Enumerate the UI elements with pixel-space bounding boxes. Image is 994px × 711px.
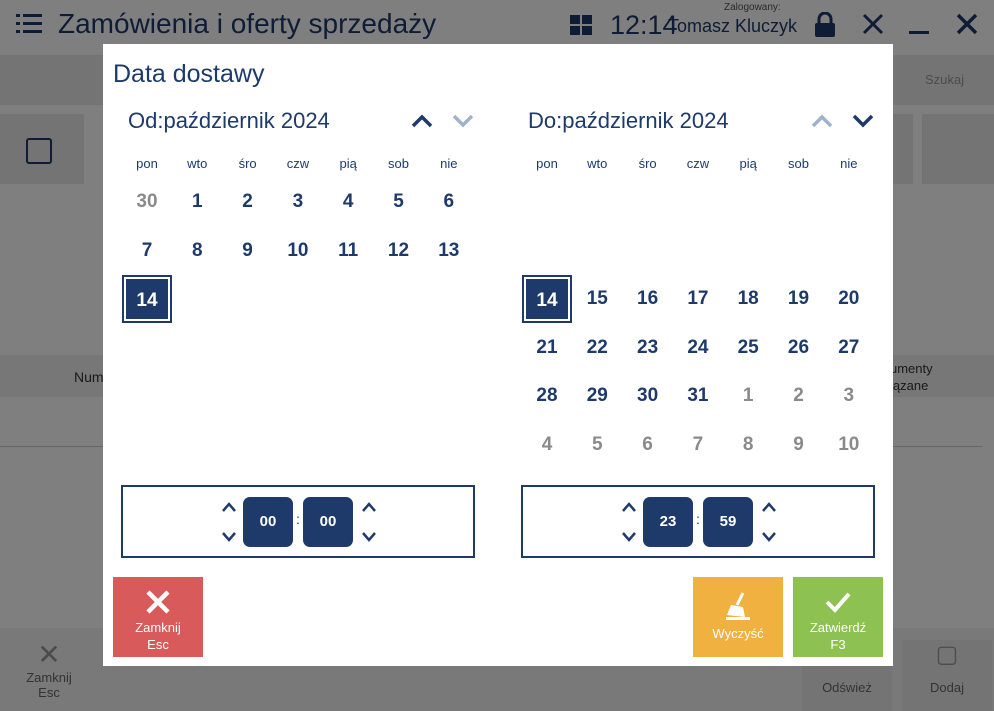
- from-calendar-day[interactable]: 12: [376, 229, 422, 273]
- from-weekday-1: wto: [187, 156, 208, 171]
- to-calendar-day[interactable]: 24: [675, 326, 721, 370]
- from-calendar-day[interactable]: 5: [376, 180, 422, 224]
- to-calendar-day[interactable]: 27: [826, 326, 872, 370]
- from-hour-value[interactable]: 00: [243, 497, 293, 547]
- close-button-label: Zamknij: [135, 620, 181, 635]
- from-calendar-day[interactable]: 6: [426, 180, 472, 224]
- from-minute-up-chevron-icon[interactable]: [361, 501, 377, 513]
- from-calendar-day[interactable]: 10: [275, 229, 321, 273]
- to-month-header: Do:październik 2024: [528, 108, 729, 133]
- to-time-separator: :: [696, 511, 700, 527]
- from-calendar-day[interactable]: 7: [124, 229, 170, 273]
- clear-button-label: Wyczyść: [712, 626, 764, 641]
- from-calendar-day[interactable]: 13: [426, 229, 472, 273]
- from-hour-down-chevron-icon[interactable]: [221, 531, 237, 543]
- to-weekday-6: nie: [840, 156, 858, 171]
- from-time-picker: 00 : 00: [121, 485, 475, 558]
- from-minute-value[interactable]: 00: [303, 497, 353, 547]
- to-next-month-chevron-down-icon[interactable]: [850, 108, 876, 134]
- close-button[interactable]: Zamknij Esc: [113, 577, 203, 657]
- from-minute-down-chevron-icon[interactable]: [361, 531, 377, 543]
- to-weekday-0: pon: [536, 156, 558, 171]
- from-calendar-day[interactable]: 1: [174, 180, 220, 224]
- from-prev-month-chevron-up-icon[interactable]: [409, 108, 435, 134]
- from-calendar-day[interactable]: 9: [225, 229, 271, 273]
- to-calendar-day[interactable]: 17: [675, 277, 721, 321]
- to-calendar-day[interactable]: 5: [574, 423, 620, 467]
- to-hour-down-chevron-icon[interactable]: [621, 531, 637, 543]
- close-button-shortcut: Esc: [147, 637, 169, 652]
- to-hour-value[interactable]: 23: [643, 497, 693, 547]
- to-calendar-day[interactable]: 8: [725, 423, 771, 467]
- to-time-picker: 23 : 59: [521, 485, 875, 558]
- to-calendar-day[interactable]: 29: [574, 374, 620, 418]
- to-calendar-day[interactable]: 31: [675, 374, 721, 418]
- to-hour-up-chevron-icon[interactable]: [621, 501, 637, 513]
- to-minute-up-chevron-icon[interactable]: [761, 501, 777, 513]
- to-calendar-day[interactable]: 26: [776, 326, 822, 370]
- close-icon: [113, 585, 203, 619]
- to-calendar-day[interactable]: 21: [524, 326, 570, 370]
- to-prev-month-chevron-up-icon[interactable]: [809, 108, 835, 134]
- from-weekday-0: pon: [136, 156, 158, 171]
- from-weekday-2: śro: [238, 156, 257, 171]
- to-calendar-day[interactable]: 16: [625, 277, 671, 321]
- from-weekday-6: nie: [440, 156, 458, 171]
- from-next-month-chevron-down-icon[interactable]: [450, 108, 476, 134]
- to-calendar-day[interactable]: 22: [574, 326, 620, 370]
- to-weekday-3: czw: [686, 156, 710, 171]
- confirm-button-label: Zatwierdź: [809, 620, 867, 635]
- dialog-title: Data dostawy: [113, 60, 265, 88]
- from-calendar-day[interactable]: 11: [325, 229, 371, 273]
- from-weekday-4: pią: [339, 156, 357, 171]
- to-minute-down-chevron-icon[interactable]: [761, 531, 777, 543]
- to-calendar-day[interactable]: 15: [574, 277, 620, 321]
- to-calendar-day[interactable]: 18: [725, 277, 771, 321]
- to-calendar-day[interactable]: 6: [625, 423, 671, 467]
- to-calendar-day[interactable]: 2: [776, 374, 822, 418]
- to-calendar-day[interactable]: 30: [625, 374, 671, 418]
- to-calendar-day[interactable]: 10: [826, 423, 872, 467]
- to-calendar-day[interactable]: 25: [725, 326, 771, 370]
- to-calendar-day[interactable]: 23: [625, 326, 671, 370]
- from-calendar-day[interactable]: 30: [124, 180, 170, 224]
- from-calendar-day-selected[interactable]: 14: [122, 275, 172, 324]
- to-minute-value[interactable]: 59: [703, 497, 753, 547]
- to-calendar-day[interactable]: 20: [826, 277, 872, 321]
- clear-button[interactable]: Wyczyść: [693, 577, 783, 657]
- to-weekday-4: pią: [739, 156, 757, 171]
- to-calendar-day[interactable]: 3: [826, 374, 872, 418]
- from-weekday-5: sob: [388, 156, 409, 171]
- confirm-button[interactable]: Zatwierdź F3: [793, 577, 883, 657]
- to-calendar-day[interactable]: 9: [776, 423, 822, 467]
- from-time-separator: :: [296, 511, 300, 527]
- to-weekday-5: sob: [788, 156, 809, 171]
- to-calendar-day-selected[interactable]: 14: [522, 275, 572, 324]
- broom-icon: [693, 587, 783, 625]
- from-calendar-day[interactable]: 2: [225, 180, 271, 224]
- to-calendar-day[interactable]: 7: [675, 423, 721, 467]
- to-calendar-day[interactable]: 1: [725, 374, 771, 418]
- from-hour-up-chevron-icon[interactable]: [221, 501, 237, 513]
- to-weekday-2: śro: [638, 156, 657, 171]
- to-calendar-day[interactable]: 4: [524, 423, 570, 467]
- from-calendar-day[interactable]: 4: [325, 180, 371, 224]
- delivery-date-dialog: Data dostawy Od:październik 2024 pon wto ś…: [103, 44, 893, 666]
- from-calendar-day[interactable]: 3: [275, 180, 321, 224]
- to-calendar-day[interactable]: 28: [524, 374, 570, 418]
- from-weekday-3: czw: [286, 156, 310, 171]
- confirm-button-shortcut: F3: [830, 637, 846, 652]
- from-month-header: Od:październik 2024: [128, 108, 330, 133]
- checkmark-icon: [793, 585, 883, 619]
- from-calendar-day[interactable]: 8: [174, 229, 220, 273]
- to-calendar-day[interactable]: 19: [776, 277, 822, 321]
- to-weekday-1: wto: [587, 156, 608, 171]
